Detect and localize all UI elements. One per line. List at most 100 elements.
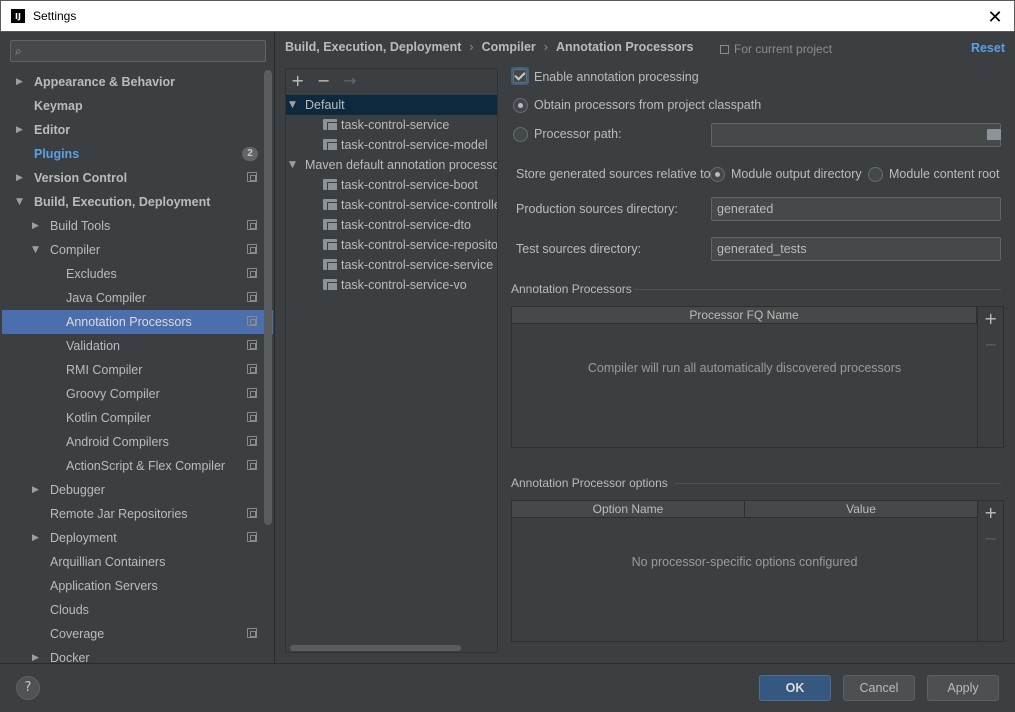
sidebar-item[interactable]: ▶ Debugger [2,478,264,502]
sidebar-item-label: Groovy Compiler [66,387,160,401]
collapse-arrow-icon[interactable]: ▼ [289,155,296,175]
sidebar-item[interactable]: Annotation Processors [2,310,273,334]
sidebar-item[interactable]: Remote Jar Repositories [2,502,264,526]
add-profile-button[interactable]: + [291,71,304,90]
expand-arrow-icon[interactable]: ▶ [32,214,44,238]
sidebar-item[interactable]: Android Compilers [2,430,264,454]
sidebar-item[interactable]: ▶ Version Control [2,166,264,190]
collapse-arrow-icon[interactable]: ▼ [32,238,44,262]
processor-path-radio[interactable] [513,127,528,142]
collapse-arrow-icon[interactable]: ▼ [16,190,28,214]
help-button[interactable]: ? [16,676,40,700]
project-level-icon [247,436,257,446]
module-folder-icon [323,119,337,130]
settings-sidebar: ⌕ ▶ Appearance & Behavior Keymap ▶ Editor Plu… [0,32,275,665]
browse-folder-icon[interactable] [987,129,1001,140]
column-value[interactable]: Value [745,501,977,517]
remove-profile-button[interactable]: − [317,71,330,90]
sidebar-item[interactable]: Keymap [2,94,264,118]
sidebar-item[interactable]: Application Servers [2,574,264,598]
module-folder-icon [323,279,337,290]
processor-path-field[interactable] [711,123,1001,147]
sidebar-item[interactable]: Java Compiler [2,286,264,310]
expand-arrow-icon[interactable]: ▶ [16,118,28,142]
sidebar-item[interactable]: Coverage [2,622,264,646]
profiles-toolbar: + − → [286,69,497,93]
production-sources-field[interactable]: generated [711,197,1001,221]
sidebar-scrollbar[interactable] [264,70,272,525]
sidebar-item-label: Excludes [66,267,117,281]
profile-label: Default [305,98,345,112]
processors-table[interactable]: Processor FQ Name Compiler will run all … [511,306,978,448]
dialog-footer: ? OK Cancel Apply [0,663,1015,712]
sidebar-item[interactable]: Kotlin Compiler [2,406,264,430]
profiles-horizontal-scrollbar[interactable] [290,645,461,651]
profile-module[interactable]: task-control-service-repository [286,235,497,255]
sidebar-item[interactable]: ▼ Compiler [2,238,264,262]
cancel-button[interactable]: Cancel [843,675,915,701]
options-table-header: Option Name Value [512,501,977,518]
obtain-from-classpath-radio[interactable] [513,98,528,113]
column-processor-fq-name[interactable]: Processor FQ Name [512,307,977,323]
remove-option-button[interactable]: − [984,529,997,548]
sidebar-item[interactable]: ▶ Deployment [2,526,264,550]
sidebar-item[interactable]: ▼ Build, Execution, Deployment [2,190,264,214]
project-level-icon [247,388,257,398]
sidebar-item[interactable]: RMI Compiler [2,358,264,382]
profile-group[interactable]: ▼ Default [286,95,497,115]
apply-button[interactable]: Apply [927,675,999,701]
settings-content: Build, Execution, Deployment › Compiler › An… [276,32,1015,663]
title-bar: IJ Settings ✕ [0,0,1015,32]
collapse-arrow-icon[interactable]: ▼ [289,95,296,115]
sidebar-item-label: Kotlin Compiler [66,411,151,425]
profile-module[interactable]: task-control-service-controller [286,195,497,215]
profile-label: task-control-service-model [341,138,488,152]
expand-arrow-icon[interactable]: ▶ [16,166,28,190]
sidebar-item-label: Editor [34,123,71,137]
sidebar-item[interactable]: Groovy Compiler [2,382,264,406]
sidebar-item[interactable]: Plugins 2 [2,142,264,166]
processor-options-table[interactable]: Option Name Value No processor-specific … [511,500,978,642]
expand-arrow-icon[interactable]: ▶ [32,478,44,502]
enable-annotation-processing-label: Enable annotation processing [534,70,699,84]
sidebar-item[interactable]: Validation [2,334,264,358]
profile-label: task-control-service-dto [341,218,471,232]
module-output-radio[interactable] [710,167,725,182]
sidebar-item-label: Plugins [34,147,80,161]
ok-button[interactable]: OK [759,675,831,701]
search-input[interactable]: ⌕ [10,40,266,62]
project-level-icon [247,172,257,182]
profile-label: task-control-service-vo [341,278,467,292]
remove-processor-button[interactable]: − [984,335,997,354]
project-level-icon [247,628,257,638]
sidebar-item[interactable]: ▶ Build Tools [2,214,264,238]
sidebar-item[interactable]: ▶ Appearance & Behavior [2,70,264,94]
module-content-root-radio[interactable] [868,167,883,182]
add-processor-button[interactable]: + [984,309,997,328]
plugins-update-badge: 2 [242,147,258,161]
sidebar-item[interactable]: ActionScript & Flex Compiler [2,454,264,478]
processor-options-section-title: Annotation Processor options [511,476,668,490]
add-option-button[interactable]: + [984,503,997,522]
profile-module[interactable]: task-control-service-boot [286,175,497,195]
section-divider [674,483,1001,484]
breadcrumb-part[interactable]: Build, Execution, Deployment [285,40,461,54]
test-sources-field[interactable]: generated_tests [711,237,1001,261]
sidebar-item[interactable]: Clouds [2,598,264,622]
sidebar-item[interactable]: Excludes [2,262,264,286]
profile-group[interactable]: ▼ Maven default annotation processors [286,155,497,175]
project-level-icon [247,244,257,254]
close-icon[interactable]: ✕ [984,6,1006,28]
profile-module[interactable]: task-control-service-service [286,255,497,275]
column-option-name[interactable]: Option Name [512,501,745,517]
sidebar-item[interactable]: Arquillian Containers [2,550,264,574]
profile-module[interactable]: task-control-service-dto [286,215,497,235]
expand-arrow-icon[interactable]: ▶ [16,70,28,94]
expand-arrow-icon[interactable]: ▶ [32,526,44,550]
profile-module[interactable]: task-control-service-vo [286,275,497,295]
enable-annotation-processing-checkbox[interactable] [513,69,527,83]
move-to-profile-button[interactable]: → [343,71,356,90]
profile-module[interactable]: task-control-service-model [286,135,497,155]
profile-module[interactable]: task-control-service [286,115,497,135]
sidebar-item[interactable]: ▶ Editor [2,118,264,142]
